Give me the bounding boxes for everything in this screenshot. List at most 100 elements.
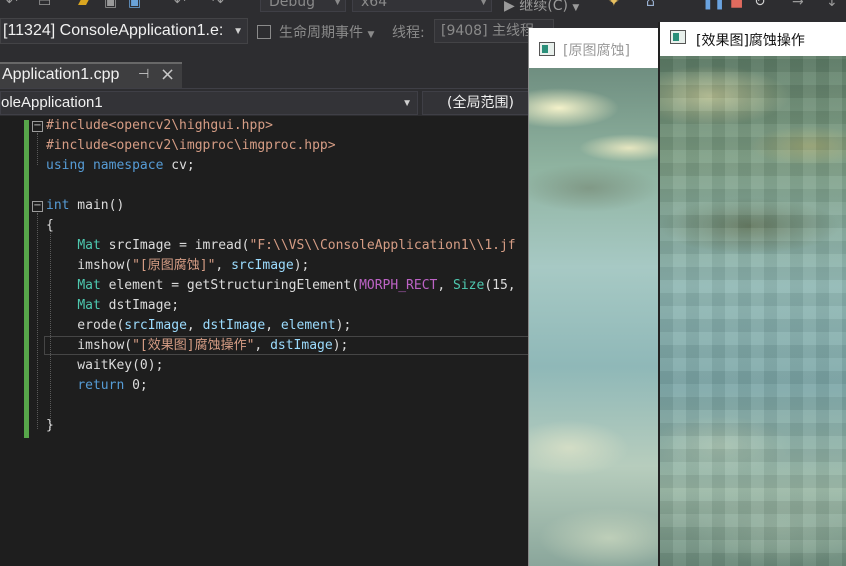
original-image-window[interactable]: [原图腐蚀] (528, 28, 660, 566)
chevron-down-icon: ▼ (334, 0, 341, 7)
step-into-icon[interactable]: ↓ (826, 0, 838, 10)
solution-config-value: Debug (269, 0, 316, 10)
tab-source-file[interactable]: Application1.cpp ⊣ × (0, 62, 182, 88)
code-token: , (215, 258, 232, 273)
eroded-sky-image (660, 56, 846, 566)
lifecycle-events-button[interactable]: 生命周期事件 ▼ (257, 22, 374, 42)
scope-combo[interactable]: (全局范围) (422, 91, 530, 115)
code-token: srcImage (124, 318, 187, 333)
save-all-icon[interactable]: ▣ (128, 0, 141, 10)
platform-combo[interactable]: x64 ▼ (352, 0, 492, 12)
code-line[interactable]: imshow("[效果图]腐蚀操作", dstImage); (46, 336, 348, 356)
code-token: 0; (124, 378, 148, 393)
collapse-icon[interactable]: − (32, 121, 43, 132)
play-icon: ▶ (504, 0, 515, 14)
window-title: [原图腐蚀] (563, 43, 630, 59)
code-token: srcImage (231, 258, 294, 273)
show-next-statement-icon[interactable]: → (792, 0, 804, 10)
opencv-window-icon (670, 30, 686, 44)
code-editor[interactable]: − − #include<opencv2\highgui.hpp> #includ… (0, 116, 530, 566)
hot-reload-icon[interactable]: ✦ (608, 0, 620, 10)
new-file-icon[interactable]: ▭ (38, 0, 51, 10)
code-token: using (46, 158, 86, 173)
undo-icon[interactable]: ↶ (174, 0, 186, 10)
code-token: #include<opencv2\imgproc\imgproc.hpp> (46, 138, 336, 153)
code-line[interactable]: erode(srcImage, dstImage, element); (46, 316, 351, 336)
code-token: ); (332, 338, 349, 353)
open-folder-icon[interactable]: ▰ (78, 0, 89, 10)
code-token: "F:\\VS\\ConsoleApplication1\\1.jf (249, 238, 516, 253)
code-line[interactable]: } (46, 416, 54, 436)
code-line[interactable]: imshow("[原图腐蚀]", srcImage); (46, 256, 309, 276)
navigate-back-icon[interactable]: ↶ (6, 0, 18, 10)
code-token: imshow( (46, 338, 133, 353)
code-line[interactable]: #include<opencv2\imgproc\imgproc.hpp> (46, 136, 336, 156)
save-icon[interactable]: ▣ (104, 0, 117, 10)
code-token: int (46, 198, 70, 213)
code-token: , (254, 338, 271, 353)
chevron-down-icon: ▼ (233, 26, 243, 37)
code-line[interactable]: int main() (46, 196, 124, 216)
process-value: [11324] ConsoleApplication1.e: (3, 22, 224, 39)
platform-value: x64 (361, 0, 388, 10)
stop-icon[interactable]: ■ (730, 0, 743, 10)
collapse-icon[interactable]: − (32, 201, 43, 212)
outline-guide (37, 213, 38, 429)
code-token: Mat (77, 298, 101, 313)
code-line[interactable]: Mat element = getStructuringElement(MORP… (46, 276, 516, 296)
code-token: waitKey(0); (46, 358, 164, 373)
code-token: MORPH_RECT (359, 278, 438, 293)
code-token: ); (293, 258, 310, 273)
code-token: srcImage = imread( (100, 238, 250, 253)
code-token: dstImage; (100, 298, 180, 313)
chevron-down-icon: ▼ (480, 0, 487, 7)
process-combo[interactable]: [11324] ConsoleApplication1.e: ▼ (0, 18, 248, 44)
project-combo[interactable]: oleApplication1 ▼ (0, 91, 418, 115)
chevron-down-icon: ▼ (367, 30, 375, 40)
code-token: erode( (46, 318, 125, 333)
redo-icon[interactable]: ↷ (212, 0, 224, 10)
code-token: dstImage (270, 338, 333, 353)
restart-icon[interactable]: ↻ (754, 0, 766, 10)
code-line[interactable]: waitKey(0); (46, 356, 163, 376)
code-line[interactable]: return 0; (46, 376, 148, 396)
solution-config-combo[interactable]: Debug ▼ (260, 0, 346, 12)
thread-value: [9408] 主线程 (441, 23, 535, 39)
original-sky-image (529, 68, 660, 566)
scope-value: (全局范围) (447, 95, 514, 111)
code-token: cv; (163, 158, 195, 173)
pin-icon[interactable]: ⊣ (138, 67, 149, 82)
code-token: element (280, 318, 336, 333)
code-token: #include<opencv2\highgui.hpp> (46, 118, 273, 133)
code-line[interactable]: Mat srcImage = imread("F:\\VS\\ConsoleAp… (46, 236, 516, 256)
code-token: Mat (77, 238, 101, 253)
code-token: (15, (484, 278, 516, 293)
window-title-bar[interactable]: [原图腐蚀] (529, 28, 660, 68)
project-value: oleApplication1 (1, 94, 103, 111)
home-icon[interactable]: ⌂ (646, 0, 655, 10)
code-line[interactable]: using namespace cv; (46, 156, 195, 176)
close-icon[interactable]: × (160, 64, 175, 85)
code-token: Mat (77, 278, 101, 293)
code-line[interactable]: #include<opencv2\highgui.hpp> (46, 116, 273, 136)
lifecycle-events-label: 生命周期事件 (279, 25, 363, 41)
code-line[interactable]: { (46, 216, 54, 236)
code-token: } (46, 418, 54, 433)
code-line[interactable]: Mat dstImage; (46, 296, 179, 316)
outline-guide (37, 133, 38, 165)
code-token: ); (335, 318, 352, 333)
chevron-down-icon: ▼ (572, 3, 580, 13)
code-token: , (265, 318, 281, 333)
pause-icon[interactable]: ❚❚ (702, 0, 725, 10)
thread-label: 线程: (392, 25, 425, 41)
window-title: [效果图]腐蚀操作 (696, 33, 805, 49)
eroded-image-window[interactable]: [效果图]腐蚀操作 (658, 22, 846, 566)
continue-button[interactable]: ▶ 继续(C) ▼ (504, 0, 579, 14)
continue-label: 继续(C) (519, 0, 568, 14)
code-token: dstImage (202, 318, 266, 333)
tab-title: Application1.cpp (2, 66, 120, 83)
